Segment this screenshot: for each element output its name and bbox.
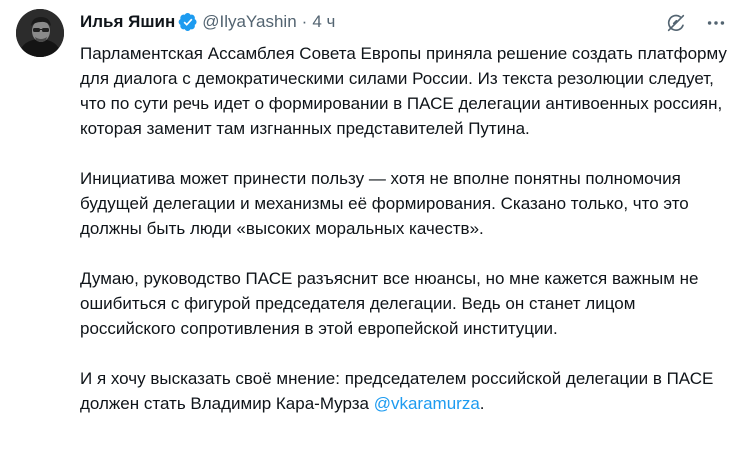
avatar-photo	[16, 9, 64, 57]
avatar[interactable]	[16, 9, 64, 57]
grok-icon[interactable]	[665, 12, 687, 34]
author-name[interactable]: Илья Яшин	[80, 12, 175, 32]
tweet-paragraph-last: И я хочу высказать своё мнение: председа…	[80, 366, 730, 416]
tweet-paragraph: Инициатива может принести пользу — хотя …	[80, 169, 689, 238]
timestamp[interactable]: 4 ч	[312, 12, 335, 32]
author-handle[interactable]: @IlyaYashin	[202, 12, 296, 32]
tweet-paragraph-end: .	[479, 394, 485, 413]
tweet-card: Илья Яшин @IlyaYashin · 4 ч Парламентска…	[0, 0, 741, 452]
mention-link[interactable]: @vkaramurza	[374, 394, 480, 413]
tweet-paragraph: Думаю, руководство ПАСЕ разъяснит все ню…	[80, 269, 699, 338]
more-options-icon[interactable]	[705, 12, 727, 34]
separator-dot: ·	[301, 12, 308, 31]
verified-badge-icon	[178, 12, 198, 32]
tweet-header: Илья Яшин @IlyaYashin · 4 ч	[80, 11, 335, 33]
tweet-paragraph: Парламентская Ассамблея Совета Европы пр…	[80, 44, 727, 138]
tweet-text: Парламентская Ассамблея Совета Европы пр…	[80, 41, 730, 441]
tweet-actions	[665, 12, 727, 34]
